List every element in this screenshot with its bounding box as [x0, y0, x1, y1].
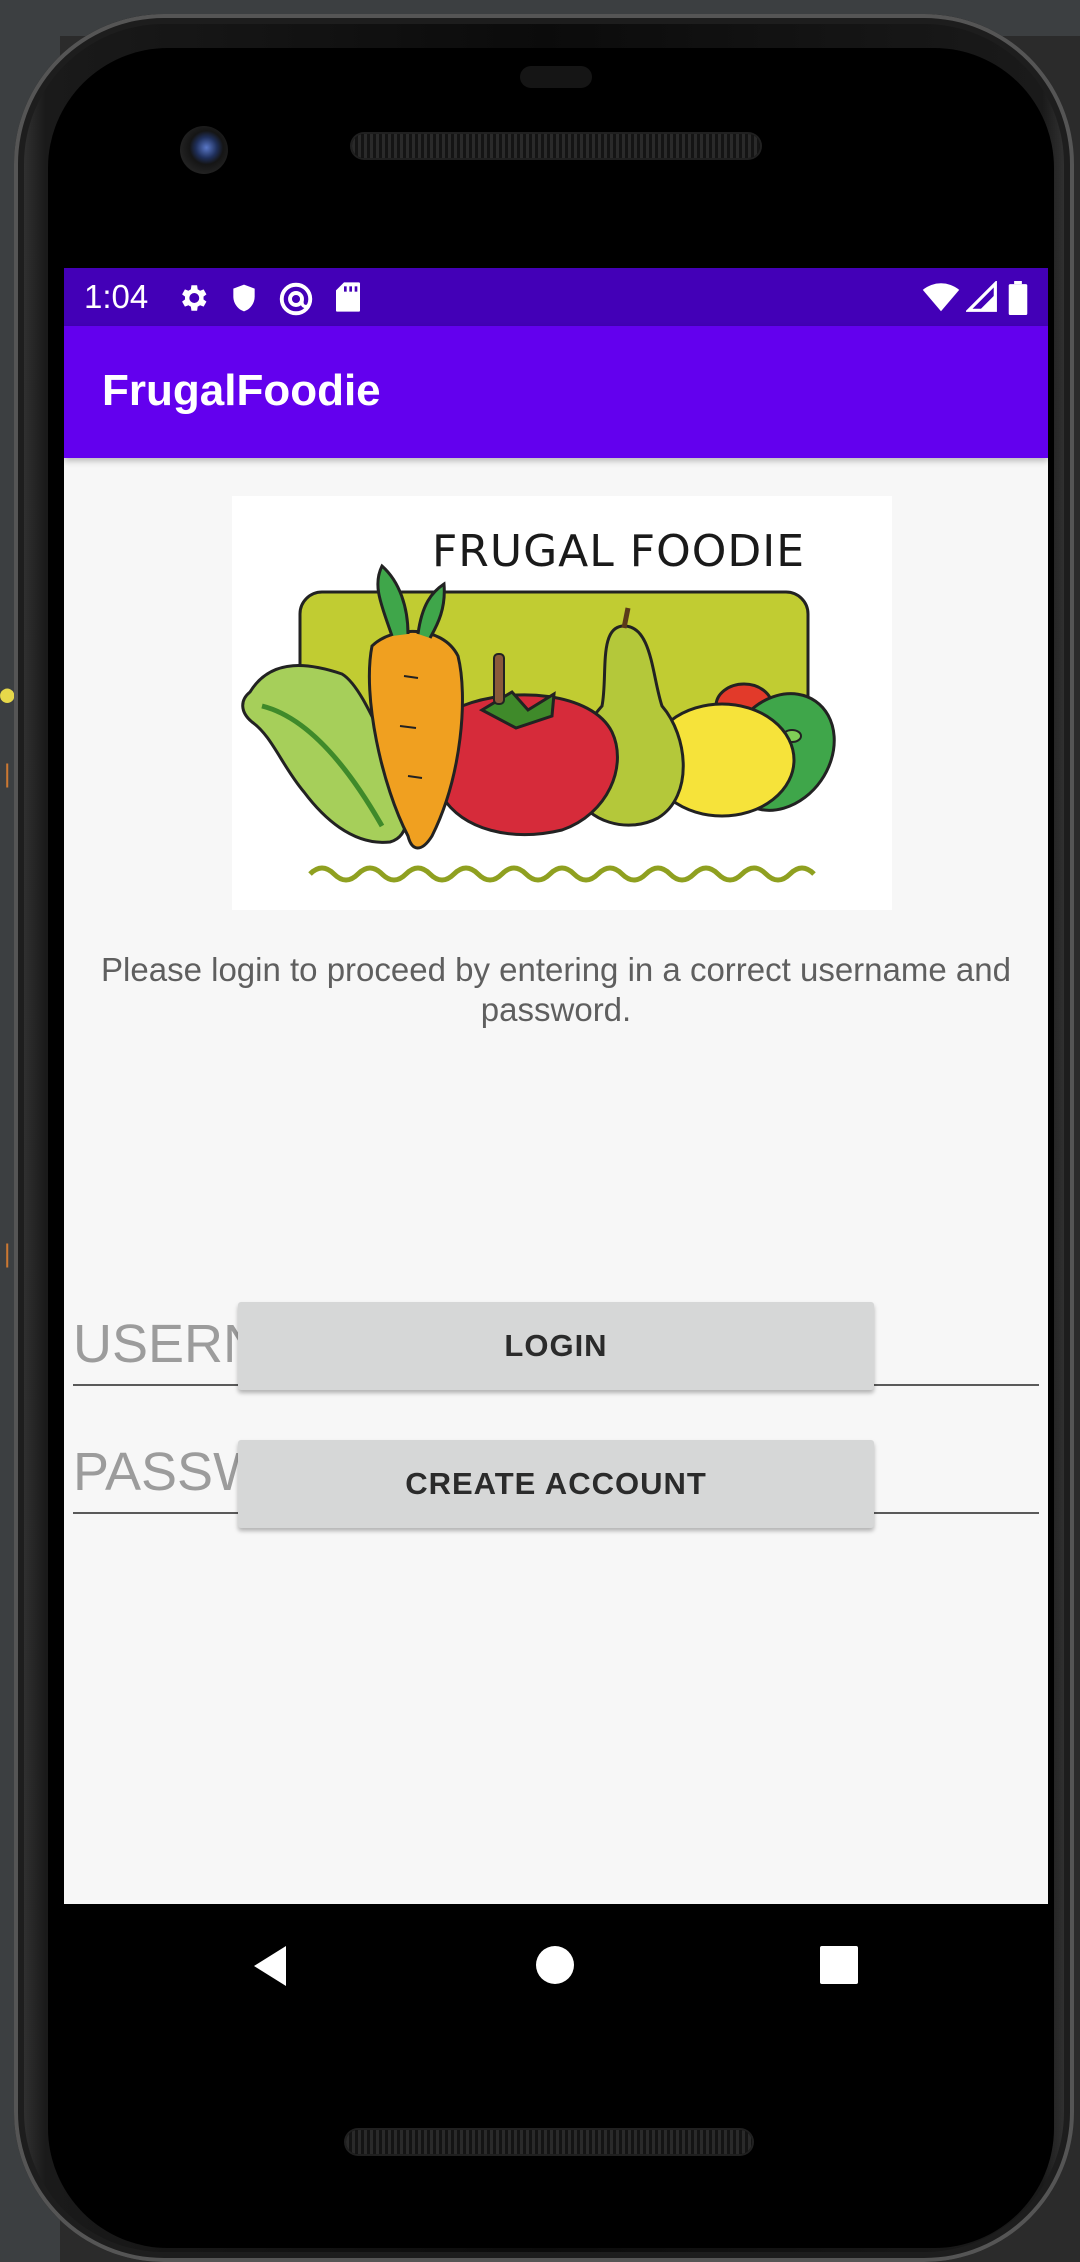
front-camera-icon — [180, 126, 228, 174]
ide-gutter-mark: | — [0, 1240, 15, 1268]
home-icon[interactable] — [536, 1946, 574, 1984]
bottom-speaker — [346, 2130, 752, 2154]
earpiece-speaker — [352, 134, 760, 158]
back-icon[interactable] — [250, 1944, 290, 1988]
create-account-button[interactable]: CREATE ACCOUNT — [238, 1440, 874, 1528]
signal-icon — [966, 281, 997, 312]
wifi-icon — [922, 283, 960, 312]
ide-gutter-mark: | — [0, 760, 15, 788]
app-screen: 1:04 FrugalFoodie FRUGAL FOODIE Please l… — [64, 268, 1048, 1904]
ide-gutter-mark: ● — [0, 680, 15, 708]
recents-icon[interactable] — [820, 1946, 858, 1984]
proximity-sensor — [520, 66, 592, 88]
app-title: FrugalFoodie — [102, 366, 381, 415]
gear-icon — [182, 285, 207, 311]
navigation-bar — [64, 1904, 1048, 2028]
login-button[interactable]: LOGIN — [238, 1302, 874, 1390]
app-bar: FrugalFoodie — [64, 326, 1048, 458]
at-sign-icon — [279, 282, 313, 316]
vegetables-illustration — [241, 563, 836, 883]
battery-icon — [1008, 281, 1028, 315]
login-instructions: Please login to proceed by entering in a… — [101, 951, 1011, 1028]
status-time: 1:04 — [84, 278, 149, 315]
shield-icon — [233, 284, 255, 312]
status-bar: 1:04 — [64, 268, 1048, 326]
sd-card-icon — [336, 282, 360, 312]
app-logo: FRUGAL FOODIE — [232, 496, 892, 910]
